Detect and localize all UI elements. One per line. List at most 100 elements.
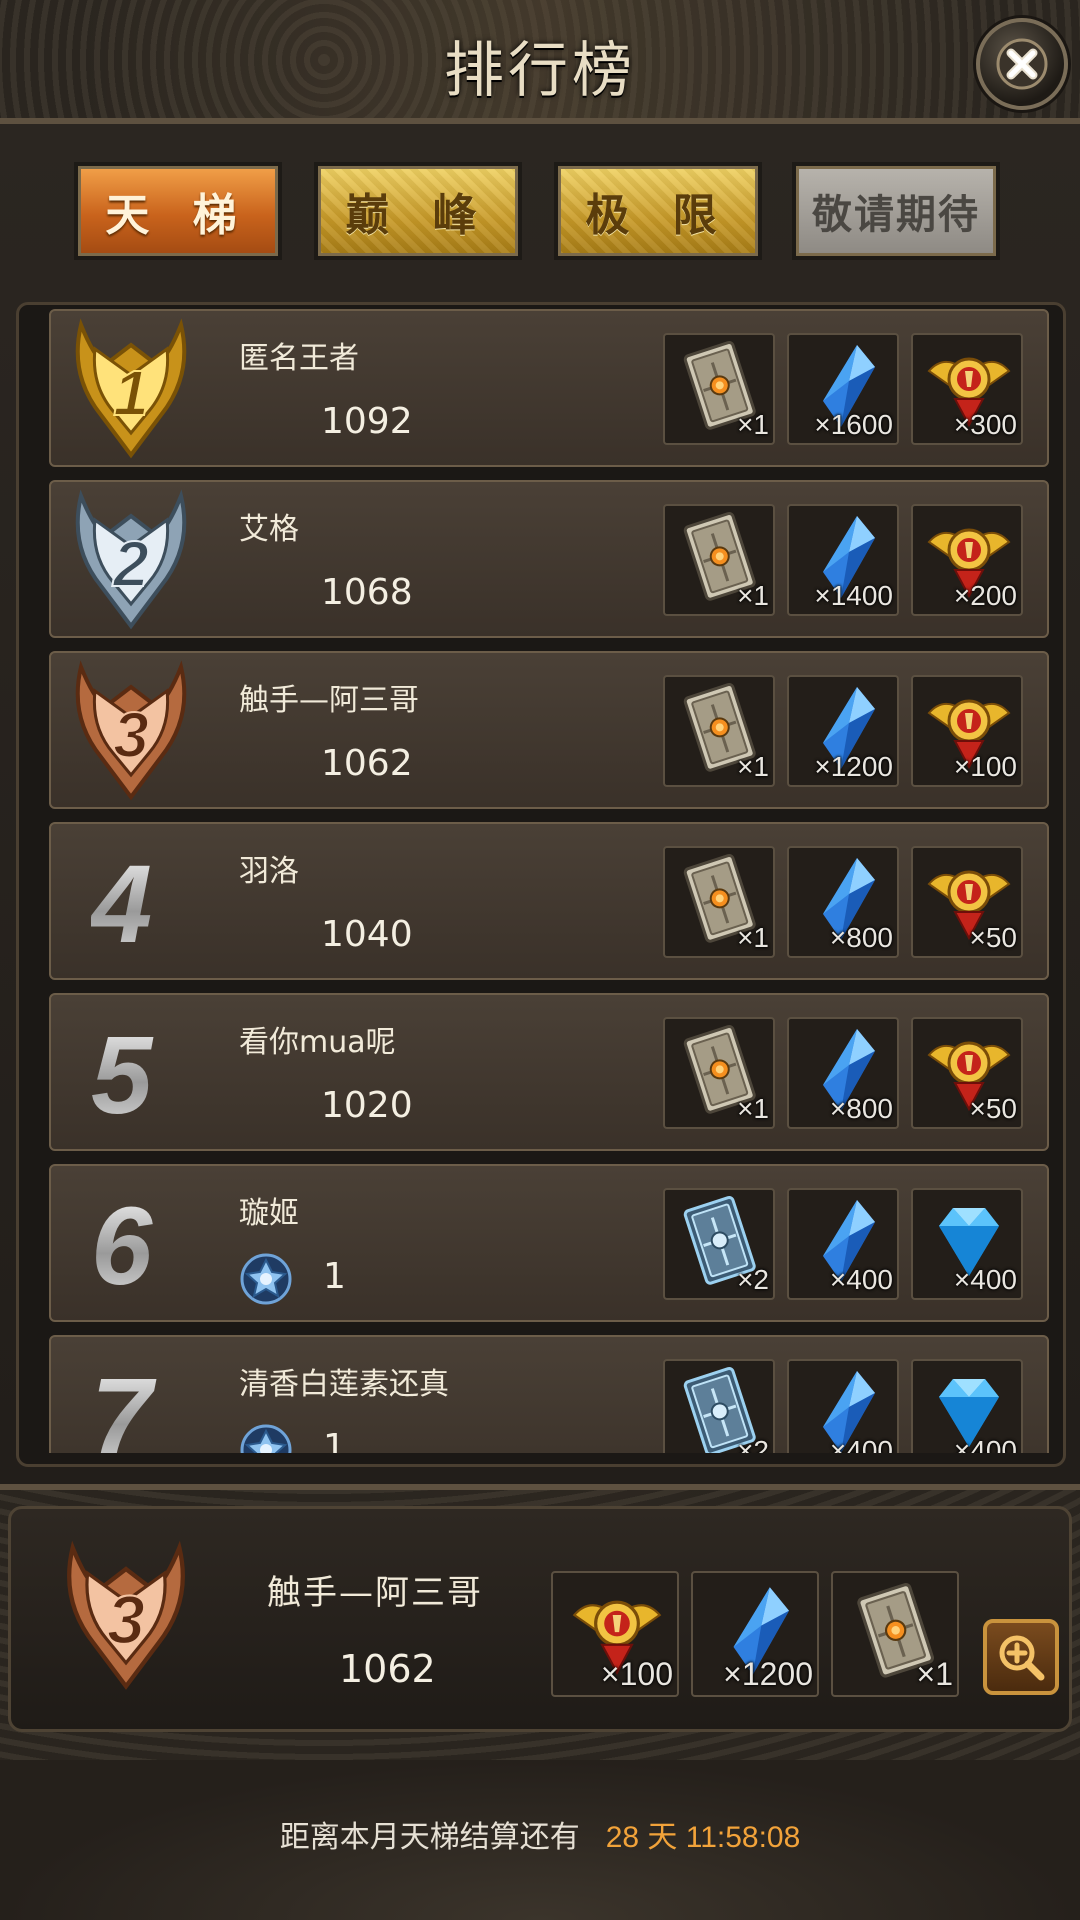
ranking-row[interactable]: 5 看你mua呢 1020 ×1 ×800 ×50 (49, 993, 1049, 1151)
rank-number: 7 (91, 1353, 211, 1453)
reward-slot[interactable]: ×2 (663, 1188, 775, 1300)
ranking-row[interactable]: 6 璇姬 1 ×2 ×400 ×400 (49, 1164, 1049, 1322)
reward-slot[interactable]: ×200 (911, 504, 1023, 616)
rank-badge: 2 (61, 486, 201, 636)
rank-emblem-icon (239, 1252, 293, 1306)
reward-quantity: ×300 (953, 409, 1017, 440)
reward-quantity: ×400 (829, 1435, 893, 1453)
title-bar: 排行榜 (0, 0, 1080, 118)
reward-slot[interactable]: ×1200 (691, 1571, 819, 1697)
reward-quantity: ×1400 (814, 580, 893, 611)
rank-emblem-icon (239, 1423, 293, 1453)
rank-badge: 4 (61, 828, 201, 978)
my-rewards: ×100 ×1200 ×1 (551, 1571, 971, 1701)
reward-slot[interactable]: ×1 (663, 1017, 775, 1129)
rank-badge: 3 (61, 657, 201, 807)
reward-slot[interactable]: ×800 (787, 846, 899, 958)
reward-slot[interactable]: ×1 (663, 675, 775, 787)
reward-list: ×1 ×800 ×50 (663, 846, 1033, 960)
rank-number: 5 (91, 1011, 211, 1141)
reward-slot[interactable]: ×1 (663, 846, 775, 958)
reward-quantity: ×1600 (814, 409, 893, 440)
tab-bar: 天 梯 巅 峰 极 限 敬请期待 (74, 162, 1004, 262)
close-icon (996, 38, 1048, 90)
reward-quantity: ×800 (829, 1093, 893, 1124)
reward-slot[interactable]: ×1400 (787, 504, 899, 616)
zoom-button[interactable] (983, 1619, 1059, 1695)
reward-slot[interactable]: ×400 (787, 1188, 899, 1300)
reward-slot[interactable]: ×2 (663, 1359, 775, 1453)
reward-quantity: ×1 (737, 751, 769, 782)
player-score: 1040 (321, 914, 413, 955)
reward-slot[interactable]: ×1 (831, 1571, 959, 1697)
tab-coming-soon: 敬请期待 (792, 162, 1000, 260)
reward-slot[interactable]: ×300 (911, 333, 1023, 445)
player-score: 1092 (321, 401, 413, 442)
player-name: 璇姬 (239, 1196, 299, 1231)
ranking-row[interactable]: 1 匿名王者 1092 ×1 ×1600 ×300 (49, 309, 1049, 467)
svg-text:3: 3 (107, 1583, 145, 1659)
reward-slot[interactable]: ×400 (911, 1359, 1023, 1453)
player-name: 清香白莲素还真 (239, 1367, 449, 1402)
reward-quantity: ×50 (969, 1093, 1018, 1124)
player-score: 1020 (321, 1085, 413, 1126)
rank-badge: 6 (61, 1170, 201, 1320)
ranking-row[interactable]: 2 艾格 1068 ×1 ×1400 ×200 (49, 480, 1049, 638)
reward-list: ×1 ×1400 ×200 (663, 504, 1033, 618)
reward-quantity: ×100 (600, 1656, 673, 1692)
rank-badge: 7 (61, 1341, 201, 1453)
player-name: 羽洛 (239, 854, 299, 889)
reward-quantity: ×1 (737, 580, 769, 611)
my-name: 触手—阿三哥 (267, 1573, 483, 1613)
ranking-list[interactable]: 1 匿名王者 1092 ×1 ×1600 ×300 2 艾格 1068 ×1 ×1400 ×200 3 触… (16, 302, 1066, 1467)
reward-quantity: ×1 (737, 1093, 769, 1124)
close-button[interactable] (976, 18, 1068, 110)
player-score: 1 (323, 1427, 346, 1453)
player-name: 匿名王者 (239, 341, 359, 376)
reward-slot[interactable]: ×100 (551, 1571, 679, 1697)
tab-ladder[interactable]: 天 梯 (74, 162, 282, 260)
reward-list: ×2 ×400 ×400 (663, 1188, 1033, 1302)
reward-slot[interactable]: ×50 (911, 846, 1023, 958)
ranking-row[interactable]: 4 羽洛 1040 ×1 ×800 ×50 (49, 822, 1049, 980)
reward-quantity: ×800 (829, 922, 893, 953)
reward-slot[interactable]: ×50 (911, 1017, 1023, 1129)
reward-quantity: ×100 (953, 751, 1017, 782)
reward-quantity: ×400 (829, 1264, 893, 1295)
reward-slot[interactable]: ×400 (787, 1359, 899, 1453)
reward-slot[interactable]: ×1200 (787, 675, 899, 787)
tab-peak[interactable]: 巅 峰 (314, 162, 522, 260)
reward-list: ×1 ×1200 ×100 (663, 675, 1033, 789)
player-name: 触手—阿三哥 (239, 683, 419, 718)
tab-limit[interactable]: 极 限 (554, 162, 762, 260)
rank-number: 6 (91, 1182, 211, 1312)
ranking-list-viewport[interactable]: 1 匿名王者 1092 ×1 ×1600 ×300 2 艾格 1068 ×1 ×1400 ×200 3 触… (19, 305, 1063, 1453)
svg-text:1: 1 (113, 357, 149, 429)
my-rank-badge: 3 (51, 1537, 201, 1697)
reward-slot[interactable]: ×100 (911, 675, 1023, 787)
countdown-label: 距离本月天梯结算还有 (279, 1820, 580, 1855)
player-name: 看你mua呢 (239, 1025, 396, 1060)
svg-text:3: 3 (113, 699, 149, 771)
reward-quantity: ×1 (737, 409, 769, 440)
player-score: 1062 (321, 743, 413, 784)
reward-slot[interactable]: ×1 (663, 504, 775, 616)
rank-number: 4 (91, 840, 211, 970)
reward-slot[interactable]: ×1600 (787, 333, 899, 445)
reward-quantity: ×50 (969, 922, 1018, 953)
reward-quantity: ×1 (737, 922, 769, 953)
reward-quantity: ×1200 (814, 751, 893, 782)
page-title: 排行榜 (444, 36, 636, 106)
reward-slot[interactable]: ×1 (663, 333, 775, 445)
reward-slot[interactable]: ×400 (911, 1188, 1023, 1300)
reward-quantity: ×200 (953, 580, 1017, 611)
reward-quantity: ×400 (953, 1435, 1017, 1453)
reward-slot[interactable]: ×800 (787, 1017, 899, 1129)
player-score: 1 (323, 1256, 346, 1297)
reward-quantity: ×1200 (723, 1656, 813, 1692)
ranking-row[interactable]: 3 触手—阿三哥 1062 ×1 ×1200 ×100 (49, 651, 1049, 809)
countdown-value: 28 天 11:58:08 (605, 1821, 801, 1854)
reward-list: ×1 ×800 ×50 (663, 1017, 1033, 1131)
reward-quantity: ×2 (737, 1264, 769, 1295)
ranking-row[interactable]: 7 清香白莲素还真 1 ×2 ×400 ×400 (49, 1335, 1049, 1453)
